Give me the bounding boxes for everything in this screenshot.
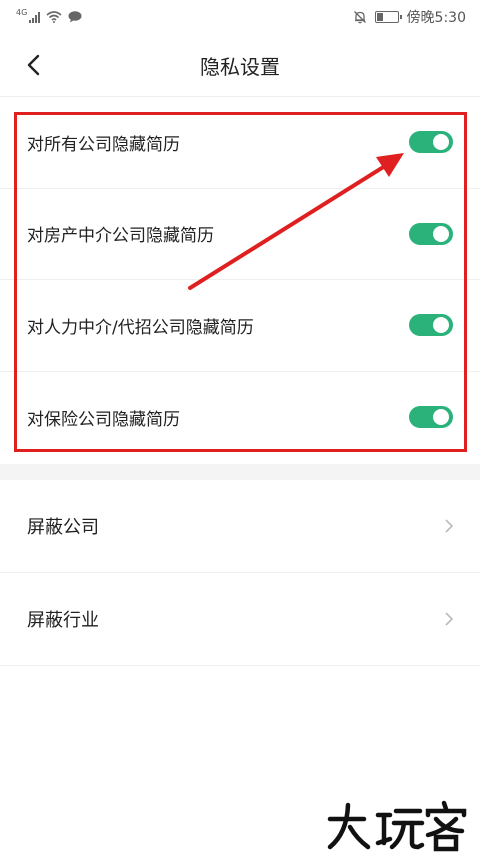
status-right: 傍晚5:30 xyxy=(353,7,480,27)
nav-label: 屏蔽行业 xyxy=(27,610,99,631)
privacy-settings-screen: 4G 傍晚5:30 隐私设置 对所有公司隐藏简历 对房产中介公司隐藏简历 对人力… xyxy=(0,0,480,853)
back-arrow-icon xyxy=(27,54,40,76)
block-list: 屏蔽公司 屏蔽行业 xyxy=(0,480,480,666)
bell-off-icon xyxy=(353,11,366,24)
watermark-logo xyxy=(327,800,467,852)
header: 隐私设置 xyxy=(0,34,480,96)
page-title: 隐私设置 xyxy=(200,54,280,79)
battery-icon xyxy=(374,11,402,23)
chevron-right-icon xyxy=(445,612,453,626)
hide-resume-hr-agency-switch[interactable] xyxy=(409,314,453,337)
signal-icon xyxy=(29,11,41,23)
message-icon xyxy=(68,11,82,23)
hide-resume-real-estate-switch[interactable] xyxy=(409,222,453,245)
hide-resume-all-companies-switch[interactable] xyxy=(409,131,453,154)
chevron-right-icon xyxy=(445,519,453,533)
toggle-row-all-companies: 对所有公司隐藏简历 xyxy=(0,97,480,189)
toggle-label: 对人力中介/代招公司隐藏简历 xyxy=(27,317,254,338)
nav-label: 屏蔽公司 xyxy=(27,517,99,538)
back-button[interactable] xyxy=(18,50,48,80)
toggle-row-hr-agency: 对人力中介/代招公司隐藏简历 xyxy=(0,280,480,372)
privacy-toggle-list: 对所有公司隐藏简历 对房产中介公司隐藏简历 对人力中介/代招公司隐藏简历 对保险… xyxy=(0,97,480,463)
network-type-label: 4G xyxy=(16,7,28,17)
section-gap xyxy=(0,464,480,480)
block-industries-item[interactable]: 屏蔽行业 xyxy=(0,573,480,666)
toggle-label: 对所有公司隐藏简历 xyxy=(27,134,180,155)
toggle-label: 对房产中介公司隐藏简历 xyxy=(27,226,214,247)
toggle-label: 对保险公司隐藏简历 xyxy=(27,409,180,430)
toggle-row-real-estate: 对房产中介公司隐藏简历 xyxy=(0,189,480,280)
toggle-row-insurance: 对保险公司隐藏简历 xyxy=(0,372,480,464)
status-time: 傍晚5:30 xyxy=(406,10,466,26)
hide-resume-insurance-switch[interactable] xyxy=(409,406,453,429)
status-left: 4G xyxy=(0,7,82,23)
wifi-icon xyxy=(46,11,62,23)
block-companies-item[interactable]: 屏蔽公司 xyxy=(0,480,480,573)
status-bar: 4G 傍晚5:30 xyxy=(0,0,480,34)
